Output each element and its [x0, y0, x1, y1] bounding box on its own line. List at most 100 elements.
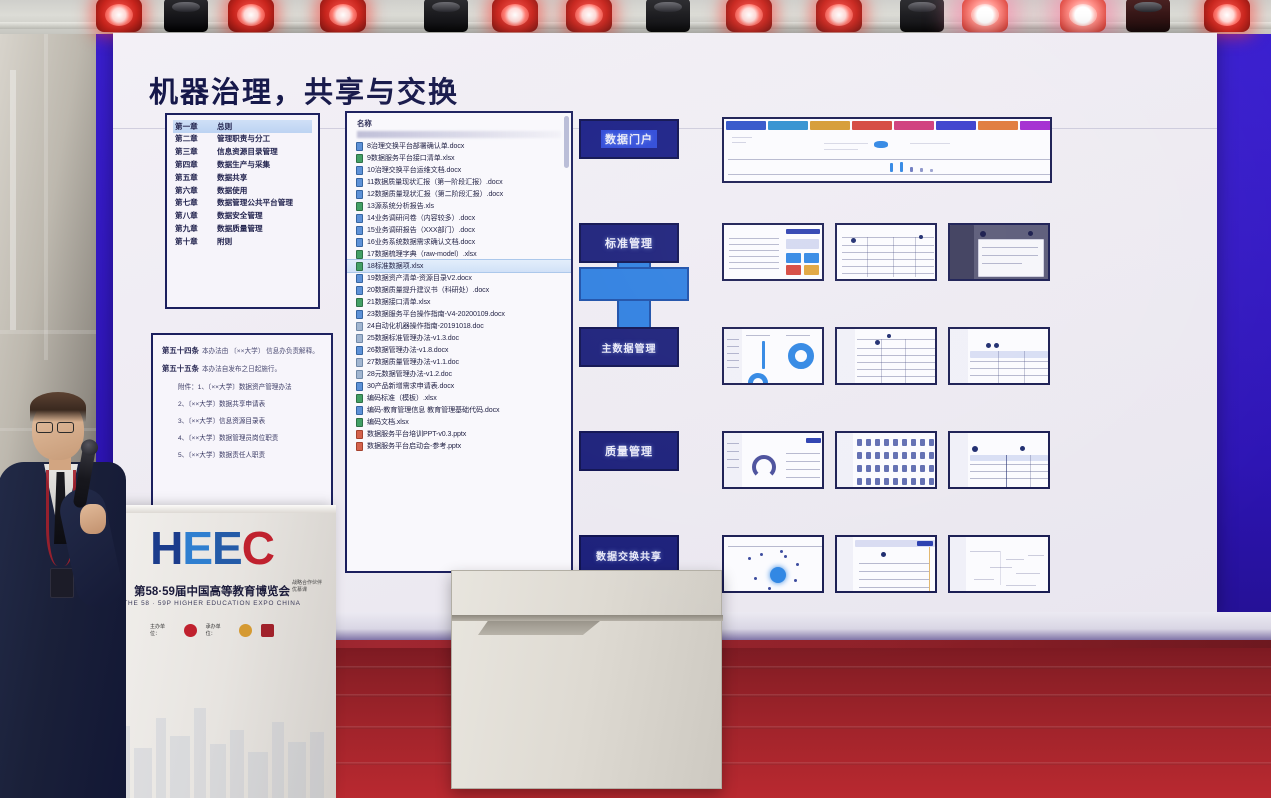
- chapter-row[interactable]: 第二章 管理职责与分工: [173, 133, 312, 146]
- glasses-icon: [36, 422, 53, 433]
- file-row[interactable]: 17数据梳理字典（raw-model）.xlsx: [347, 248, 571, 260]
- module-button[interactable]: 数据交换共享: [579, 535, 679, 575]
- file-row[interactable]: 编码标准（模板）.xlsx: [347, 392, 571, 404]
- thumb-quality-gauge[interactable]: [722, 431, 824, 489]
- chapter-row[interactable]: 第八章 数据安全管理: [173, 209, 312, 222]
- file-name: 数据服务平台启动会-参考.pptx: [367, 442, 462, 450]
- file-row[interactable]: 16业务系统数据需求确认文档.docx: [347, 236, 571, 248]
- presenter-badge: [50, 568, 74, 598]
- co-host-label: 承办单位：: [205, 624, 221, 637]
- xlsx-file-icon: [356, 393, 363, 403]
- chapter-row[interactable]: 第五章 数据共享: [173, 171, 312, 184]
- quality-rule-icon: [911, 452, 916, 459]
- quality-rule-icon: [857, 452, 862, 459]
- thumb-standard-table[interactable]: [835, 223, 937, 281]
- file-row[interactable]: 20数据质量提升建议书（科研处）.docx: [347, 284, 571, 296]
- partner-block: 战略合作伙伴 优慕课: [292, 579, 322, 593]
- file-row[interactable]: 9数据服务平台接口清单.xlsx: [347, 152, 571, 164]
- file-row[interactable]: 19数据资产清单-资源目录V2.docx: [347, 272, 571, 284]
- moving-head-light: [900, 0, 944, 32]
- module-button-label: 标准管理: [605, 238, 653, 250]
- scrollbar-thumb[interactable]: [564, 116, 569, 168]
- thumb-portal-dashboard-wide[interactable]: [722, 117, 1052, 183]
- file-explorer-panel[interactable]: 名称 8治理交换平台部署确认单.docx 9数据服务平台接口清单.xlsx 10治理…: [345, 111, 573, 573]
- chapter-row[interactable]: 第九章 数据质量管理: [173, 222, 312, 235]
- file-row[interactable]: 23数据服务平台操作指南-V4-20200109.docx: [347, 308, 571, 320]
- file-row[interactable]: 27数据质量管理办法-v1.1.doc: [347, 356, 571, 368]
- chapter-row[interactable]: 第四章 数据生产与采集: [173, 158, 312, 171]
- module-button-label: 数据交换共享: [596, 551, 662, 563]
- thumb-standard-overview[interactable]: [722, 223, 824, 281]
- file-row[interactable]: 编码文档.xlsx: [347, 416, 571, 428]
- quality-rule-icon: [902, 439, 907, 446]
- module-button[interactable]: 数据门户: [579, 119, 679, 159]
- chapter-row[interactable]: 第七章 数据管理公共平台管理: [173, 197, 312, 210]
- thumb-exchange-config-form[interactable]: [835, 535, 937, 593]
- thumb-quality-icon-grid[interactable]: [835, 431, 937, 489]
- moving-head-light: [164, 0, 208, 32]
- presenter-hand: [80, 504, 106, 534]
- chapter-number: 第四章: [175, 159, 198, 169]
- chapter-number: 第九章: [175, 223, 198, 233]
- file-row[interactable]: 8治理交换平台部署确认单.docx: [347, 140, 571, 152]
- chapter-row[interactable]: 第十章 附则: [173, 235, 312, 248]
- thumb-master-list[interactable]: [835, 327, 937, 385]
- thumb-exchange-flow-tree[interactable]: [948, 535, 1050, 593]
- thumb-master-detail-table[interactable]: [948, 327, 1050, 385]
- file-row[interactable]: 编码-教育管理信息 教育管理基础代码.docx: [347, 404, 571, 416]
- file-name: 编码标准（模板）.xlsx: [367, 394, 437, 402]
- file-name: 18标准数据项.xlsx: [367, 262, 424, 270]
- quality-rule-icon: [920, 465, 925, 472]
- xlsx-file-icon: [356, 297, 363, 307]
- file-row[interactable]: 10治理交换平台运维文档.docx: [347, 164, 571, 176]
- file-row[interactable]: 14业务调研问卷（内容较多）.docx: [347, 212, 571, 224]
- regulation-article: 第五十四条 本办法由 〔××大学〕 信息办负责解释。: [162, 346, 319, 355]
- regulation-attachment-item: 2、〔××大学〕数据共享申请表: [178, 401, 266, 408]
- quality-rule-icon: [911, 439, 916, 446]
- chapter-row[interactable]: 第三章 信息资源目录管理: [173, 146, 312, 159]
- thumb-standard-modal[interactable]: [948, 223, 1050, 281]
- file-name: 20数据质量提升建议书（科研处）.docx: [367, 286, 490, 294]
- par-light: [492, 0, 538, 32]
- doc-file-icon: [356, 333, 363, 343]
- quality-rule-icon: [875, 465, 880, 472]
- file-row[interactable]: 13源系统分析报告.xls: [347, 200, 571, 212]
- quality-rule-icon: [884, 465, 889, 472]
- file-row[interactable]: 数据服务平台启动会-参考.pptx: [347, 440, 571, 452]
- host-label: 主办单位：: [150, 624, 166, 637]
- docx-file-icon: [356, 213, 363, 223]
- file-row[interactable]: 12数据质量现状汇报（第二阶段汇报）.docx: [347, 188, 571, 200]
- file-row[interactable]: 26数据管理办法-v1.8.docx: [347, 344, 571, 356]
- file-column-header: 名称: [357, 119, 372, 128]
- module-button-label: 质量管理: [605, 446, 653, 458]
- pptx-file-icon: [356, 429, 363, 439]
- quality-rule-icon: [875, 452, 880, 459]
- thumb-quality-report-table[interactable]: [948, 431, 1050, 489]
- file-row[interactable]: 数据服务平台培训PPT-v0.3.pptx: [347, 428, 571, 440]
- quality-rule-icon: [893, 465, 898, 472]
- file-row[interactable]: 28元数据管理办法-v1.2.doc: [347, 368, 571, 380]
- regulation-document-panel: 第五十四条 本办法由 〔××大学〕 信息办负责解释。 第五十五条 本办法自发布之日起施…: [151, 333, 333, 513]
- file-row-blurred: [357, 131, 561, 138]
- file-row[interactable]: 18标准数据项.xlsx: [347, 259, 571, 273]
- thumb-exchange-network-graph[interactable]: [722, 535, 824, 593]
- chapter-row[interactable]: 第一章 总则: [173, 120, 312, 133]
- chapter-name: 数据管理公共平台管理: [217, 198, 293, 208]
- file-row[interactable]: 30产品新增需求申请表.docx: [347, 380, 571, 392]
- partner-label: 战略合作伙伴: [291, 580, 322, 586]
- module-button-label: 主数据管理: [601, 343, 657, 355]
- partner-name: 优慕课: [291, 587, 307, 593]
- file-row[interactable]: 24自动化机器操作指南-20191018.doc: [347, 320, 571, 332]
- file-row[interactable]: 21数据接口清单.xlsx: [347, 296, 571, 308]
- file-name: 14业务调研问卷（内容较多）.docx: [367, 214, 476, 222]
- chapter-row[interactable]: 第六章 数据使用: [173, 184, 312, 197]
- module-button[interactable]: 质量管理: [579, 431, 679, 471]
- module-button[interactable]: 标准管理: [579, 223, 679, 263]
- file-row[interactable]: 15业务调研报告（XXX部门）.docx: [347, 224, 571, 236]
- module-button[interactable]: 主数据管理: [579, 327, 679, 367]
- quality-rule-icon: [929, 452, 934, 459]
- file-row[interactable]: 25数据标准管理办法-v1.3.doc: [347, 332, 571, 344]
- thumb-master-donut-chart[interactable]: [722, 327, 824, 385]
- file-row[interactable]: 11数据质量现状汇报（第一阶段汇报）.docx: [347, 176, 571, 188]
- chapter-number: 第一章: [175, 121, 198, 131]
